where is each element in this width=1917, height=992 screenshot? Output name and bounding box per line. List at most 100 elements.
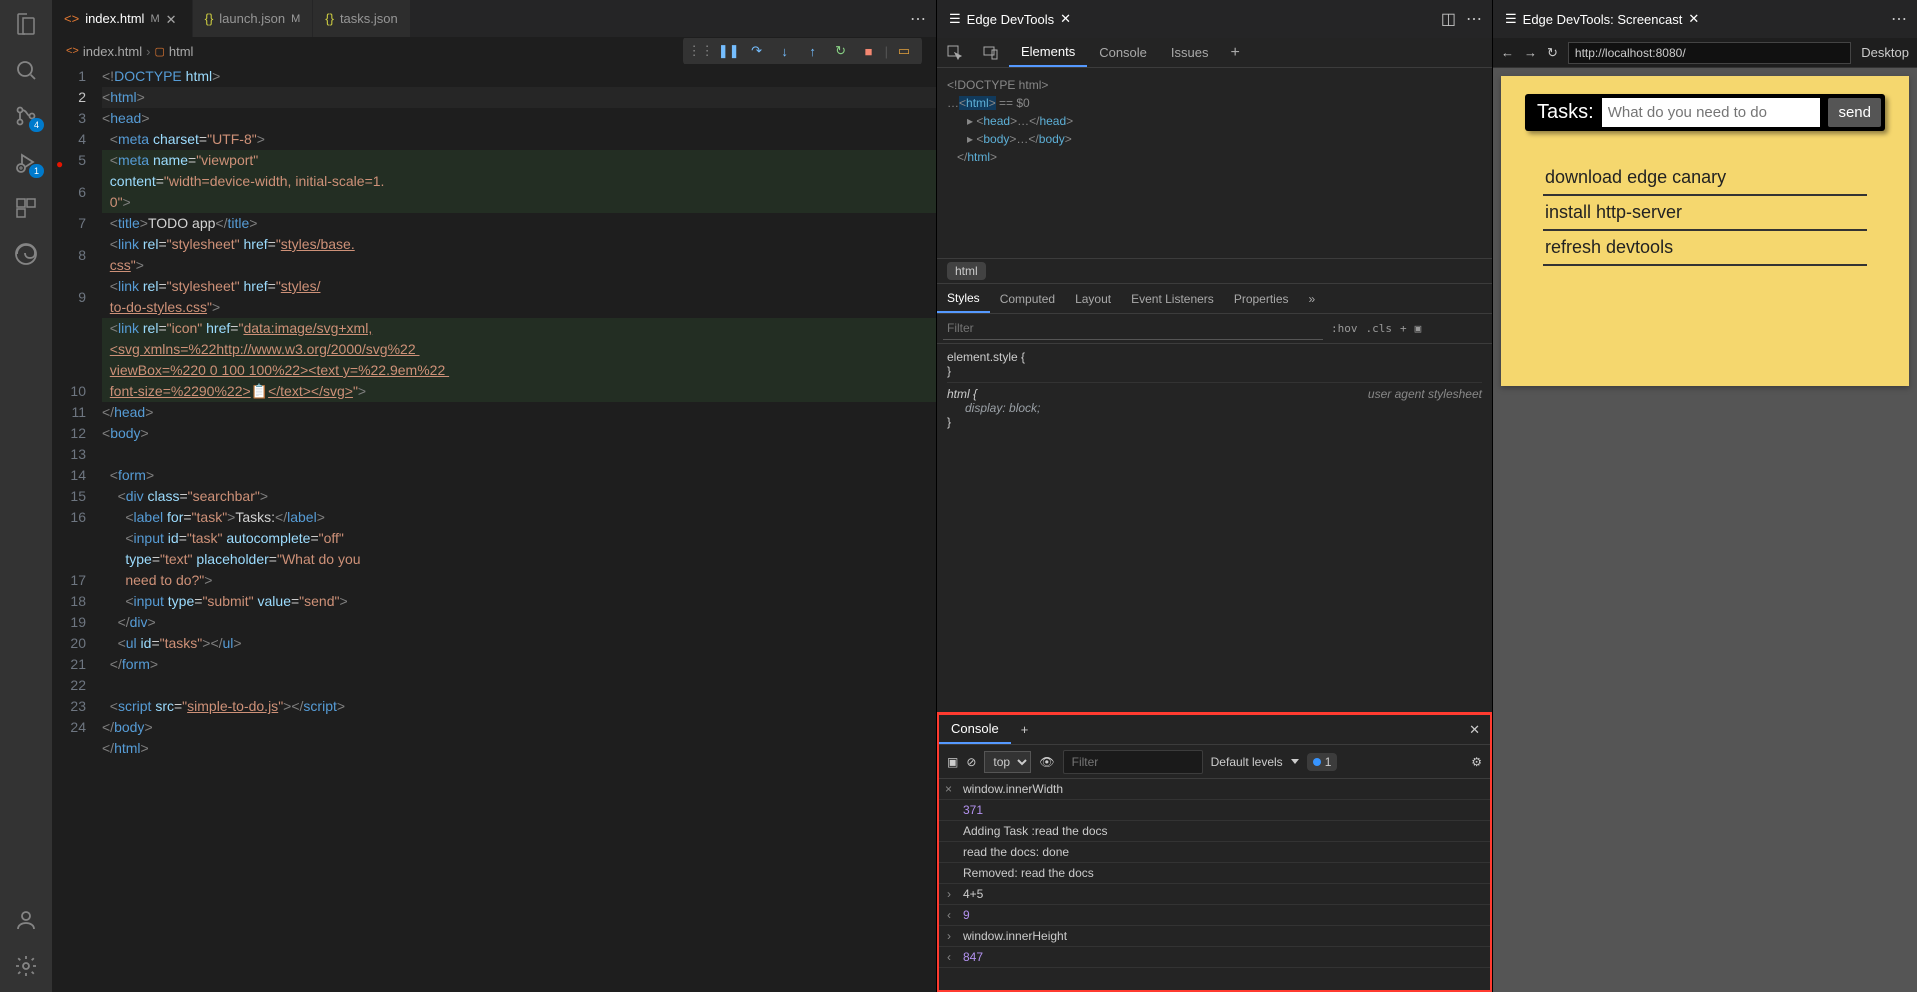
source-control-icon[interactable]: 4 [12, 102, 40, 130]
tab-screencast[interactable]: ☰ Edge DevTools: Screencast ✕ [1493, 0, 1711, 38]
live-expression-icon[interactable]: 👁 [1039, 755, 1054, 769]
device-icon[interactable] [973, 38, 1009, 67]
issues-badge[interactable]: 1 [1307, 753, 1338, 771]
preview-icon: ☰ [949, 11, 961, 27]
line-gutter: 123456789101112131415161718192021222324 [52, 64, 102, 992]
file-html-icon: <> [66, 45, 79, 57]
console-toolbar: ▣ ⊘ top 👁 Default levels 1 ⚙ [939, 745, 1490, 779]
input-chevron-icon: › [947, 887, 951, 901]
editor-tabs: <> index.html M ✕ {} launch.json M {} ta… [52, 0, 936, 38]
cls-toggle[interactable]: .cls [1366, 322, 1393, 335]
pause-icon[interactable]: ❚❚ [717, 39, 741, 63]
task-input[interactable] [1602, 98, 1821, 127]
stop-icon[interactable]: ■ [857, 39, 881, 63]
plus-icon[interactable]: + [1011, 722, 1039, 737]
subtab-computed[interactable]: Computed [990, 292, 1065, 306]
styles-panel[interactable]: element.style {} user agent stylesheetht… [937, 344, 1492, 712]
close-icon[interactable]: ✕ [166, 12, 180, 26]
inspect-icon[interactable] [937, 38, 973, 67]
url-input[interactable] [1568, 42, 1851, 64]
dom-breadcrumb[interactable]: html [937, 258, 1492, 284]
clear-icon[interactable]: × [945, 782, 952, 796]
chevron-right-icon: › [146, 44, 150, 59]
dom-tree[interactable]: <!DOCTYPE html> …<html> == $0 ▸ <head>…<… [937, 68, 1492, 258]
panel-elements[interactable]: Elements [1009, 38, 1087, 67]
gear-icon[interactable]: ⚙ [1471, 755, 1482, 769]
extensions-icon[interactable] [12, 194, 40, 222]
sidebar-toggle-icon[interactable]: ▣ [947, 755, 958, 769]
styles-filter-input[interactable] [943, 317, 1323, 340]
more-icon[interactable]: » [1299, 292, 1326, 306]
screencast-toolbar: ← → ↻ Desktop [1493, 38, 1917, 68]
split-icon[interactable]: ◫ [1441, 9, 1456, 29]
panel-issues[interactable]: Issues [1159, 38, 1221, 67]
styles-filter-bar: :hov .cls + ▣ [937, 314, 1492, 344]
output-chevron-icon: ‹ [947, 908, 951, 922]
drag-handle-icon[interactable]: ⋮⋮ [689, 39, 713, 63]
console-filter-input[interactable] [1063, 750, 1203, 774]
scm-badge: 4 [29, 118, 44, 132]
debug-badge: 1 [29, 164, 44, 178]
list-item[interactable]: install http-server [1543, 196, 1867, 231]
mode-label[interactable]: Desktop [1861, 45, 1909, 60]
more-icon[interactable]: ⋯ [910, 9, 926, 29]
close-icon[interactable]: ✕ [1688, 11, 1699, 27]
step-over-icon[interactable]: ↷ [745, 39, 769, 63]
tab-index-html[interactable]: <> index.html M ✕ [52, 0, 193, 37]
tasks-label: Tasks: [1529, 101, 1594, 124]
screencast-pane: ☰ Edge DevTools: Screencast ✕ ⋯ ← → ↻ De… [1492, 0, 1917, 992]
list-item[interactable]: refresh devtools [1543, 231, 1867, 266]
drawer-tab-console[interactable]: Console [939, 715, 1011, 744]
code-editor[interactable]: 123456789101112131415161718192021222324 … [52, 64, 936, 992]
reload-icon[interactable]: ↻ [1547, 45, 1558, 61]
panel-console[interactable]: Console [1087, 38, 1159, 67]
browser-icon[interactable]: ▭ [892, 39, 916, 63]
close-icon[interactable]: ✕ [1060, 11, 1071, 27]
styles-subtabs: Styles Computed Layout Event Listeners P… [937, 284, 1492, 314]
explorer-icon[interactable] [12, 10, 40, 38]
restart-icon[interactable]: ↻ [829, 39, 853, 63]
subtab-events[interactable]: Event Listeners [1121, 292, 1224, 306]
preview-icon: ☰ [1505, 11, 1517, 27]
breakpoint-icon[interactable]: ● [56, 154, 63, 175]
account-icon[interactable] [12, 906, 40, 934]
subtab-layout[interactable]: Layout [1065, 292, 1121, 306]
screencast-viewport[interactable]: Tasks: send download edge canary install… [1493, 68, 1917, 992]
devtools-toolbar: Elements Console Issues + [937, 38, 1492, 68]
box-icon[interactable]: ▣ [1415, 322, 1422, 335]
subtab-props[interactable]: Properties [1224, 292, 1299, 306]
settings-gear-icon[interactable] [12, 952, 40, 980]
hov-toggle[interactable]: :hov [1331, 322, 1358, 335]
input-chevron-icon: › [947, 929, 951, 943]
searchbar: Tasks: send [1525, 94, 1885, 131]
editor-pane: <> index.html M ✕ {} launch.json M {} ta… [52, 0, 936, 992]
search-icon[interactable] [12, 56, 40, 84]
node-icon: ▢ [154, 45, 164, 58]
more-icon[interactable]: ⋯ [1466, 9, 1482, 29]
code-body[interactable]: <!DOCTYPE html> <html> <head> <meta char… [102, 64, 936, 992]
context-select[interactable]: top [984, 751, 1031, 773]
plus-icon[interactable]: + [1220, 38, 1249, 67]
edge-icon[interactable] [12, 240, 40, 268]
tab-launch-json[interactable]: {} launch.json M [193, 0, 314, 37]
close-icon[interactable]: ✕ [1459, 722, 1490, 738]
clear-console-icon[interactable]: ⊘ [966, 755, 976, 769]
more-icon[interactable]: ⋯ [1891, 9, 1907, 29]
breadcrumbs[interactable]: <> index.html › ▢ html ⋮⋮ ❚❚ ↷ ↓ ↑ ↻ ■ |… [52, 38, 936, 64]
back-icon[interactable]: ← [1501, 45, 1514, 60]
levels-dropdown[interactable]: Default levels [1211, 755, 1299, 769]
tab-edge-devtools[interactable]: ☰ Edge DevTools ✕ [937, 0, 1083, 38]
list-item[interactable]: download edge canary [1543, 161, 1867, 196]
file-html-icon: <> [64, 11, 79, 26]
console-output[interactable]: ×window.innerWidth 371 Adding Task :read… [939, 779, 1490, 990]
forward-icon[interactable]: → [1524, 45, 1537, 60]
tab-tasks-json[interactable]: {} tasks.json [313, 0, 411, 37]
step-out-icon[interactable]: ↑ [801, 39, 825, 63]
step-into-icon[interactable]: ↓ [773, 39, 797, 63]
run-debug-icon[interactable]: 1 [12, 148, 40, 176]
send-button[interactable]: send [1828, 98, 1881, 127]
file-json-icon: {} [205, 11, 214, 26]
subtab-styles[interactable]: Styles [937, 284, 990, 313]
todo-app: Tasks: send download edge canary install… [1501, 76, 1909, 386]
plus-icon[interactable]: + [1400, 322, 1407, 335]
